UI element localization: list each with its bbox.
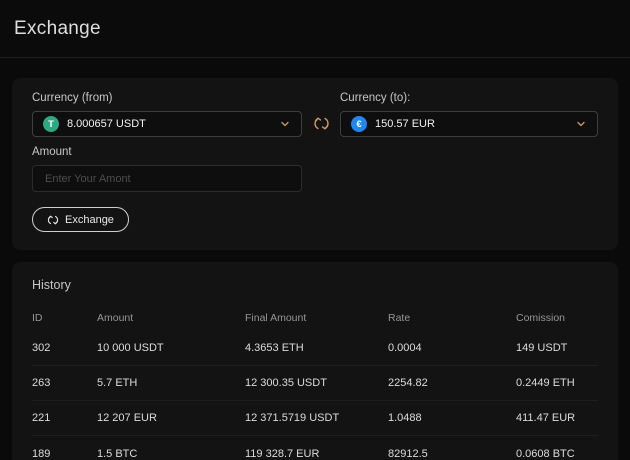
currency-from-select[interactable]: T 8.000657 USDT bbox=[32, 111, 302, 137]
eur-coin-icon: € bbox=[351, 116, 367, 132]
cell-final-amount: 12 300.35 USDT bbox=[245, 377, 388, 389]
cell-rate: 1.0488 bbox=[388, 412, 516, 424]
column-header-rate: Rate bbox=[388, 312, 516, 324]
history-panel: History ID Amount Final Amount Rate Comi… bbox=[12, 262, 618, 460]
swap-arrows-icon bbox=[313, 115, 330, 132]
currency-from-label: Currency (from) bbox=[32, 92, 302, 104]
column-header-comission: Comission bbox=[516, 312, 598, 324]
exchange-form-panel: Currency (from) T 8.000657 USDT Currency… bbox=[12, 78, 618, 250]
cell-rate: 82912.5 bbox=[388, 448, 516, 460]
cell-id: 302 bbox=[32, 342, 97, 354]
swap-currencies-button[interactable] bbox=[302, 115, 340, 132]
cell-comission: 0.0608 BTC bbox=[516, 448, 598, 460]
table-row: 189 1.5 BTC 119 328.7 EUR 82912.5 0.0608… bbox=[32, 436, 598, 460]
table-row: 221 12 207 EUR 12 371.5719 USDT 1.0488 4… bbox=[32, 401, 598, 436]
exchange-button[interactable]: Exchange bbox=[32, 207, 129, 232]
cell-amount: 1.5 BTC bbox=[97, 448, 245, 460]
cell-amount: 5.7 ETH bbox=[97, 377, 245, 389]
amount-label: Amount bbox=[32, 146, 598, 158]
cell-id: 221 bbox=[32, 412, 97, 424]
usdt-coin-icon: T bbox=[43, 116, 59, 132]
history-title: History bbox=[32, 278, 598, 292]
currency-from-value: 8.000657 USDT bbox=[67, 118, 279, 130]
column-header-final-amount: Final Amount bbox=[245, 312, 388, 324]
swap-arrows-icon bbox=[47, 214, 59, 226]
app-header: Exchange bbox=[0, 0, 630, 58]
exchange-button-label: Exchange bbox=[65, 214, 114, 226]
currency-to-label: Currency (to): bbox=[340, 92, 598, 104]
chevron-down-icon bbox=[575, 118, 587, 130]
cell-rate: 2254.82 bbox=[388, 377, 516, 389]
cell-final-amount: 119 328.7 EUR bbox=[245, 448, 388, 460]
cell-comission: 411.47 EUR bbox=[516, 412, 598, 424]
page-title: Exchange bbox=[14, 18, 101, 40]
currency-to-value: 150.57 EUR bbox=[375, 118, 575, 130]
cell-amount: 12 207 EUR bbox=[97, 412, 245, 424]
cell-amount: 10 000 USDT bbox=[97, 342, 245, 354]
table-header-row: ID Amount Final Amount Rate Comission bbox=[32, 309, 598, 327]
column-header-amount: Amount bbox=[97, 312, 245, 324]
amount-input[interactable] bbox=[32, 165, 302, 192]
cell-id: 189 bbox=[32, 448, 97, 460]
cell-rate: 0.0004 bbox=[388, 342, 516, 354]
chevron-down-icon bbox=[279, 118, 291, 130]
cell-comission: 0.2449 ETH bbox=[516, 377, 598, 389]
cell-final-amount: 4.3653 ETH bbox=[245, 342, 388, 354]
currency-to-select[interactable]: € 150.57 EUR bbox=[340, 111, 598, 137]
table-row: 302 10 000 USDT 4.3653 ETH 0.0004 149 US… bbox=[32, 331, 598, 366]
cell-id: 263 bbox=[32, 377, 97, 389]
cell-comission: 149 USDT bbox=[516, 342, 598, 354]
table-row: 263 5.7 ETH 12 300.35 USDT 2254.82 0.244… bbox=[32, 366, 598, 401]
column-header-id: ID bbox=[32, 312, 97, 324]
cell-final-amount: 12 371.5719 USDT bbox=[245, 412, 388, 424]
